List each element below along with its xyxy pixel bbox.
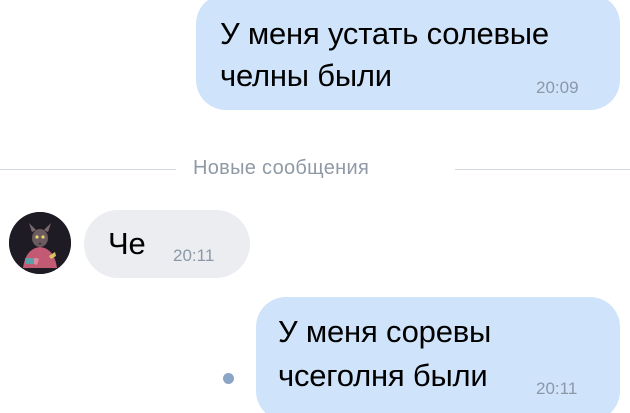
avatar[interactable] bbox=[9, 212, 71, 274]
message-timestamp: 20:11 bbox=[536, 379, 578, 398]
message-text-line: У меня устать солевые bbox=[220, 16, 549, 51]
message-text-line: челны были bbox=[220, 58, 392, 93]
new-messages-label: Новые сообщения bbox=[193, 157, 370, 179]
message-text-line: чсеголня были bbox=[278, 358, 488, 393]
message-timestamp: 20:09 bbox=[536, 78, 579, 97]
divider-line bbox=[455, 169, 630, 170]
message-text-line: У меня соревы bbox=[278, 314, 492, 349]
unread-indicator-icon bbox=[223, 373, 234, 384]
message-timestamp: 20:11 bbox=[173, 246, 215, 265]
new-messages-divider: Новые сообщения bbox=[0, 152, 630, 182]
avatar-illustration-icon bbox=[9, 212, 71, 274]
incoming-message-bubble[interactable]: Че 20:11 bbox=[84, 210, 250, 278]
divider-line bbox=[0, 169, 176, 170]
chat-history: У меня устать солевые челны были 20:09 Н… bbox=[0, 0, 630, 413]
outgoing-message-bubble[interactable]: У меня устать солевые челны были 20:09 bbox=[196, 0, 620, 110]
message-text-line: Че bbox=[108, 226, 146, 261]
outgoing-message-bubble[interactable]: У меня соревы чсеголня были 20:11 bbox=[256, 297, 620, 413]
